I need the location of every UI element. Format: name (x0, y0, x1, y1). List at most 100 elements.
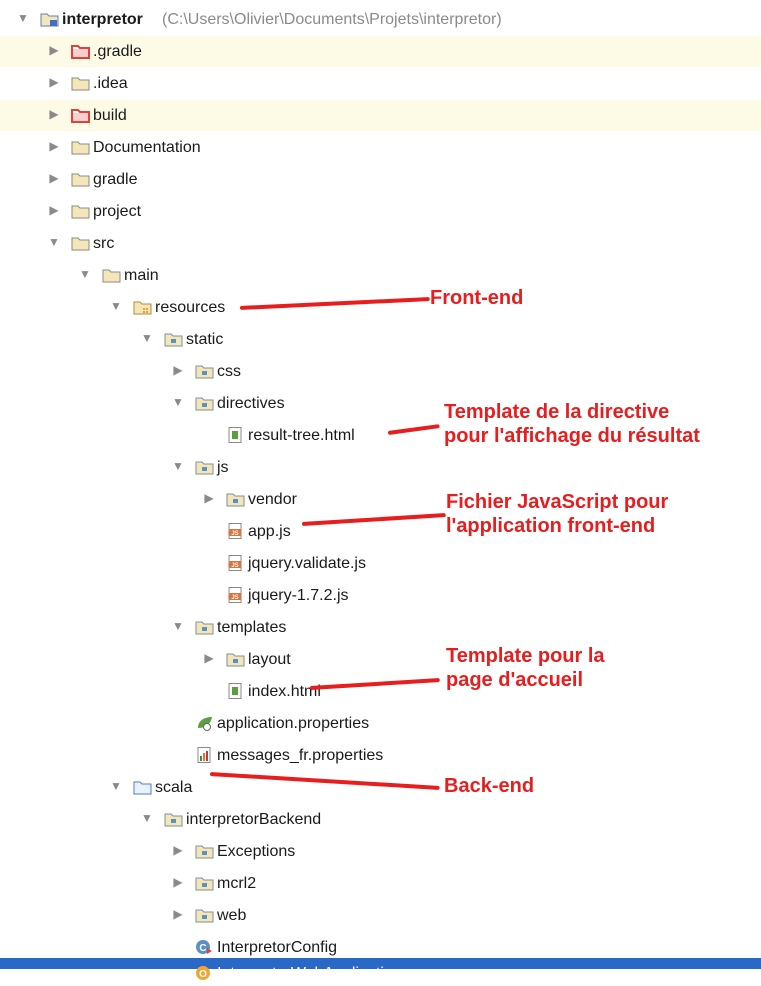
tree-item-label: web (217, 907, 247, 924)
collapse-arrow-icon[interactable]: ▶ (47, 43, 61, 57)
annotation-text: Template de la directive pour l'affichag… (444, 401, 700, 447)
tree-item-label: main (124, 267, 159, 284)
annotation-text: Front-end (430, 287, 524, 309)
tree-item-label: build (93, 107, 127, 124)
collapse-arrow-icon[interactable]: ▶ (202, 491, 216, 505)
folder-icon (71, 203, 90, 219)
annotation-text: Fichier JavaScript pour l'application fr… (446, 491, 669, 537)
tree-row[interactable]: ▼ resources (0, 292, 761, 323)
tree-row[interactable]: ▼ src (0, 228, 761, 259)
source-folder-icon (133, 779, 152, 795)
expand-arrow-icon[interactable]: ▼ (47, 235, 61, 249)
svg-text:O: O (199, 969, 207, 980)
package-folder-icon (195, 395, 214, 411)
tree-item-label: js (217, 459, 229, 476)
tree-row[interactable]: ▼ templates (0, 612, 761, 643)
expand-arrow-icon[interactable]: ▼ (109, 299, 123, 313)
tree-row[interactable]: ▶ .gradle (0, 36, 761, 67)
expand-arrow-icon[interactable]: ▼ (140, 811, 154, 825)
tree-item-label: result-tree.html (248, 427, 355, 444)
package-folder-icon (164, 331, 183, 347)
expand-arrow-icon[interactable]: ▼ (171, 459, 185, 473)
tree-item-label: jquery-1.7.2.js (248, 587, 349, 604)
tree-row[interactable]: ▼ scala (0, 772, 761, 803)
tree-row[interactable]: ▼ interpretor (C:\Users\Olivier\Documents\… (0, 4, 761, 35)
package-folder-icon (226, 491, 245, 507)
tree-row[interactable]: application.properties (0, 708, 761, 739)
package-folder-icon (195, 875, 214, 891)
expand-arrow-icon[interactable]: ▼ (140, 331, 154, 345)
svg-text:JS: JS (231, 595, 238, 601)
expand-arrow-icon[interactable]: ▼ (109, 779, 123, 793)
svg-text:JS: JS (231, 531, 238, 537)
expand-arrow-icon[interactable]: ▼ (16, 11, 30, 25)
tree-item-label: Documentation (93, 139, 201, 156)
html-file-icon (226, 683, 245, 699)
tree-item-label: gradle (93, 171, 138, 188)
tree-item-label: resources (155, 299, 226, 316)
resources-folder-icon (133, 299, 152, 315)
package-folder-icon (226, 651, 245, 667)
tree-item-label: static (186, 331, 224, 348)
collapse-arrow-icon[interactable]: ▶ (47, 203, 61, 217)
tree-row[interactable]: ▶ .idea (0, 68, 761, 99)
collapse-arrow-icon[interactable]: ▶ (171, 843, 185, 857)
collapse-arrow-icon[interactable]: ▶ (202, 651, 216, 665)
collapse-arrow-icon[interactable]: ▶ (47, 107, 61, 121)
tree-row[interactable]: ▶ Exceptions (0, 836, 761, 867)
expand-arrow-icon[interactable]: ▼ (171, 395, 185, 409)
tree-item-label: app.js (248, 523, 291, 540)
folder-icon (71, 139, 90, 155)
tree-row[interactable]: messages_fr.properties (0, 740, 761, 771)
package-folder-icon (195, 459, 214, 475)
tree-item-label: application.properties (217, 715, 370, 732)
folder-icon (102, 267, 121, 283)
tree-row[interactable]: ▼ static (0, 324, 761, 355)
tree-row[interactable]: ▶ mcrl2 (0, 868, 761, 899)
folder-icon (71, 235, 90, 251)
tree-item-label: .idea (93, 75, 128, 92)
collapse-arrow-icon[interactable]: ▶ (47, 171, 61, 185)
tree-row[interactable]: ▶ project (0, 196, 761, 227)
collapse-arrow-icon[interactable]: ▶ (171, 363, 185, 377)
tree-item-label: interpretor (62, 11, 143, 28)
js-file-icon: JS (226, 523, 245, 539)
tree-row[interactable]: ▶ web (0, 900, 761, 931)
tree-item-label: templates (217, 619, 287, 636)
tree-row[interactable]: ▶ layout (0, 644, 761, 675)
collapse-arrow-icon[interactable]: ▶ (47, 75, 61, 89)
svg-text:C: C (199, 943, 206, 954)
collapse-arrow-icon[interactable]: ▶ (171, 875, 185, 889)
js-file-icon: JS (226, 555, 245, 571)
tree-row[interactable]: ▼ js (0, 452, 761, 483)
tree-row[interactable]: ▼ interpretorBackend (0, 804, 761, 835)
expand-arrow-icon[interactable]: ▼ (78, 267, 92, 281)
spring-properties-icon (195, 715, 214, 731)
tree-row[interactable]: JS jquery.validate.js (0, 548, 761, 579)
collapse-arrow-icon[interactable]: ▶ (47, 139, 61, 153)
folder-icon (71, 75, 90, 91)
tree-item-label: index.html (248, 683, 321, 700)
tree-row[interactable]: ▼ main (0, 260, 761, 291)
tree-item-label: messages_fr.properties (217, 747, 384, 764)
tree-item-label: src (93, 235, 115, 252)
svg-text:JS: JS (231, 563, 238, 569)
tree-row[interactable]: JS jquery-1.7.2.js (0, 580, 761, 611)
tree-row[interactable]: ▶ Documentation (0, 132, 761, 163)
package-folder-icon (195, 907, 214, 923)
tree-row[interactable]: O InterpretorWebApplication (0, 958, 761, 982)
package-folder-icon (195, 843, 214, 859)
collapse-arrow-icon[interactable]: ▶ (171, 907, 185, 921)
module-folder-icon (40, 11, 59, 27)
tree-item-label: InterpretorWebApplication (217, 965, 402, 982)
tree-item-label: directives (217, 395, 285, 412)
tree-row[interactable]: ▶ gradle (0, 164, 761, 195)
tree-row[interactable]: ▶ build (0, 100, 761, 131)
expand-arrow-icon[interactable]: ▼ (171, 619, 185, 633)
tree-row[interactable]: ▶ css (0, 356, 761, 387)
tree-item-label: InterpretorConfig (217, 939, 338, 956)
package-folder-icon (195, 363, 214, 379)
tree-item-label: css (217, 363, 241, 380)
tree-item-label: mcrl2 (217, 875, 257, 892)
annotation-text: Back-end (444, 775, 535, 797)
